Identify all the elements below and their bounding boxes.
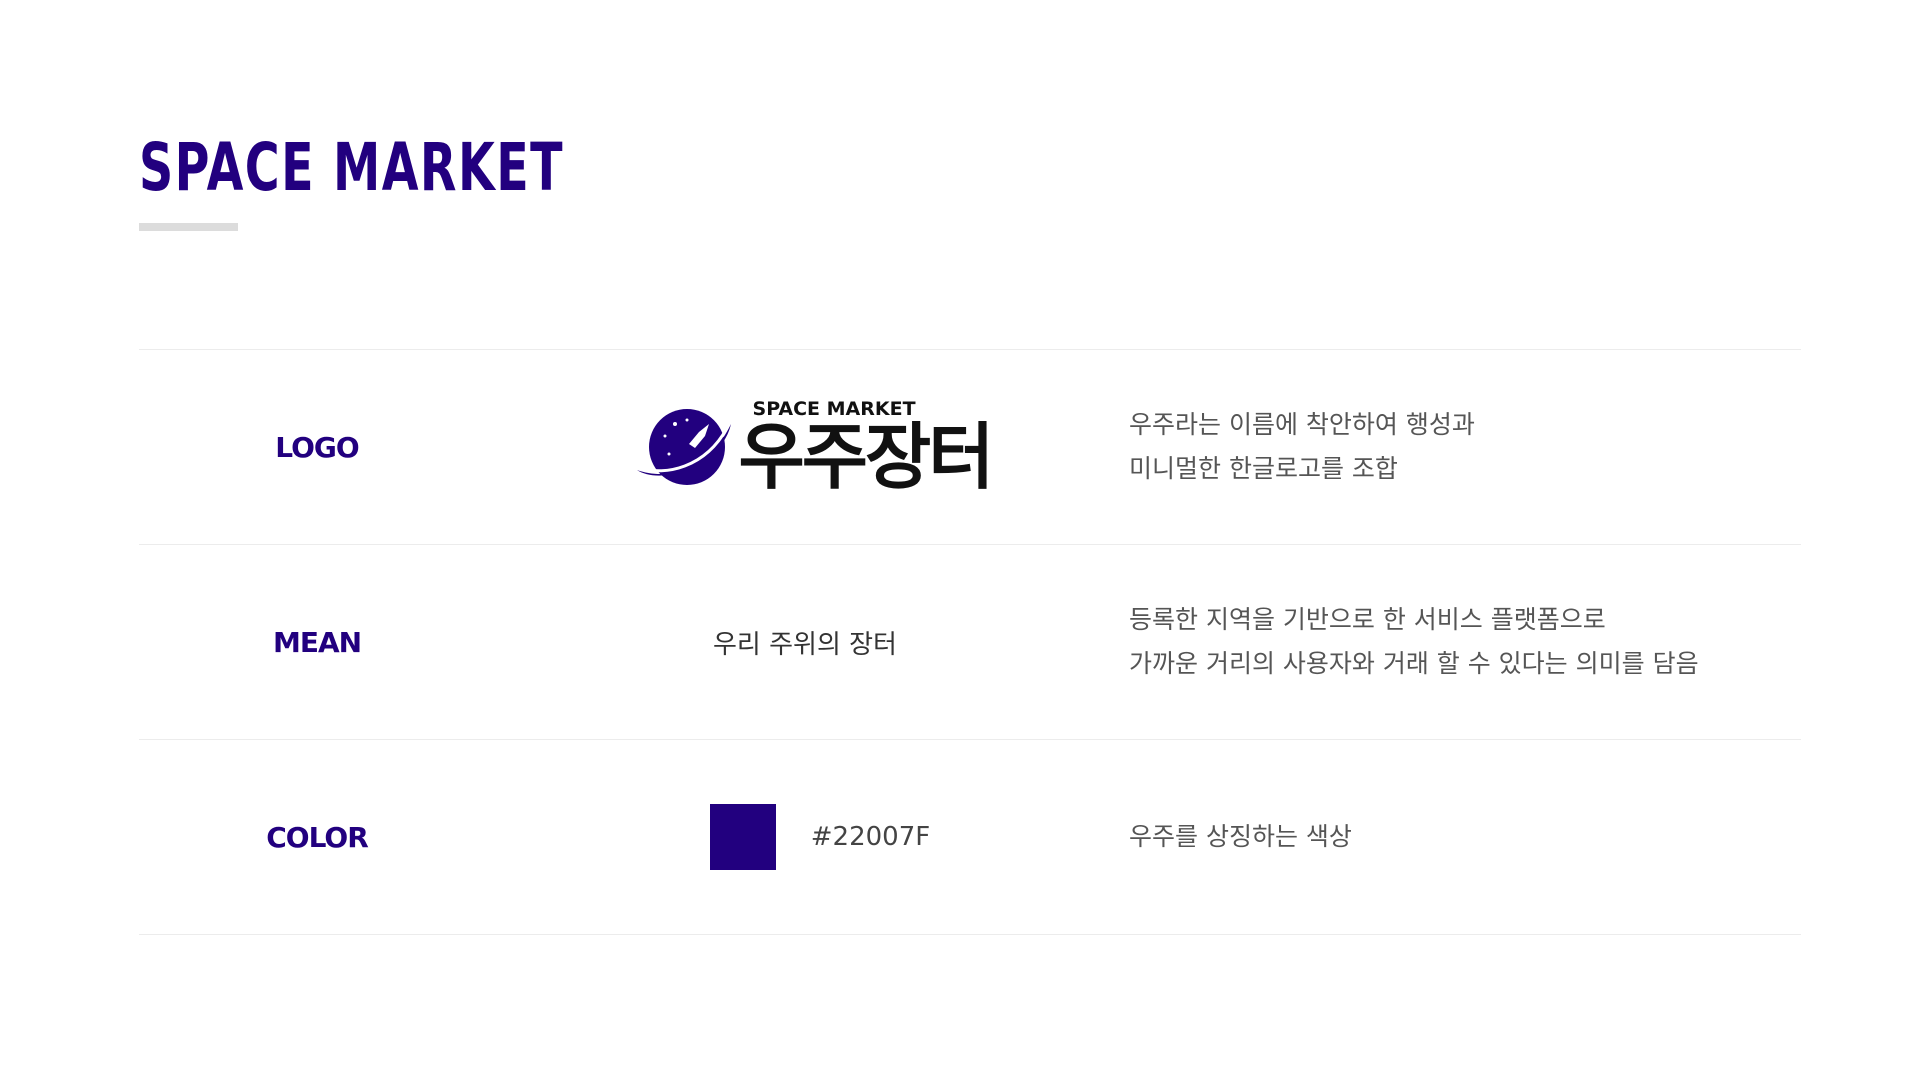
identity-table: LOGO SPACE MARKET 우주장터 우주라는 이름에 착안하여 행성과…	[139, 349, 1801, 935]
mean-cell: 우리 주위의 장터	[495, 545, 1155, 739]
color-description-line-1: 우주를 상징하는 색상	[1129, 822, 1352, 851]
logo-korean-text: 우주장터	[738, 415, 995, 499]
logo-wordmark: SPACE MARKET 우주장터	[738, 399, 995, 499]
logo-row: LOGO SPACE MARKET 우주장터 우주라는 이름에 착안하여 행성과…	[139, 349, 1801, 544]
mean-label: MEAN	[272, 625, 362, 659]
brand-identity-page: SPACE MARKET LOGO SPACE MARKET 우주장터 우주라는…	[0, 0, 1920, 1080]
logo-label: LOGO	[275, 430, 359, 464]
mean-description-line-1: 등록한 지역을 기반으로 한 서비스 플랫폼으로	[1129, 605, 1606, 634]
mean-description-line-2: 가까운 거리의 사용자와 거래 할 수 있다는 의미를 담음	[1129, 649, 1699, 678]
color-cell: #22007F	[495, 740, 1155, 934]
color-label: COLOR	[266, 820, 369, 854]
page-title: SPACE MARKET	[139, 129, 564, 206]
logo-description-line-2: 미니멀한 한글로고를 조합	[1129, 454, 1398, 483]
color-description: 우주를 상징하는 색상	[1129, 740, 1352, 934]
mean-row: MEAN 우리 주위의 장터 등록한 지역을 기반으로 한 서비스 플랫폼으로 …	[139, 544, 1801, 739]
logo-description-line-1: 우주라는 이름에 착안하여 행성과	[1129, 410, 1475, 439]
logo-cell: SPACE MARKET 우주장터	[495, 350, 1155, 544]
mean-description: 등록한 지역을 기반으로 한 서비스 플랫폼으로 가까운 거리의 사용자와 거래…	[1129, 545, 1699, 739]
color-hex-code: #22007F	[810, 822, 931, 852]
color-row: COLOR #22007F 우주를 상징하는 색상	[139, 739, 1801, 935]
brand-logo: SPACE MARKET 우주장터	[635, 399, 995, 499]
title-underline	[139, 223, 238, 231]
logo-description: 우주라는 이름에 착안하여 행성과 미니멀한 한글로고를 조합	[1129, 350, 1475, 544]
planet-rocket-icon	[636, 409, 731, 485]
mean-value: 우리 주위의 장터	[713, 629, 897, 660]
color-swatch-group: #22007F	[709, 804, 931, 870]
color-swatch	[709, 804, 776, 870]
